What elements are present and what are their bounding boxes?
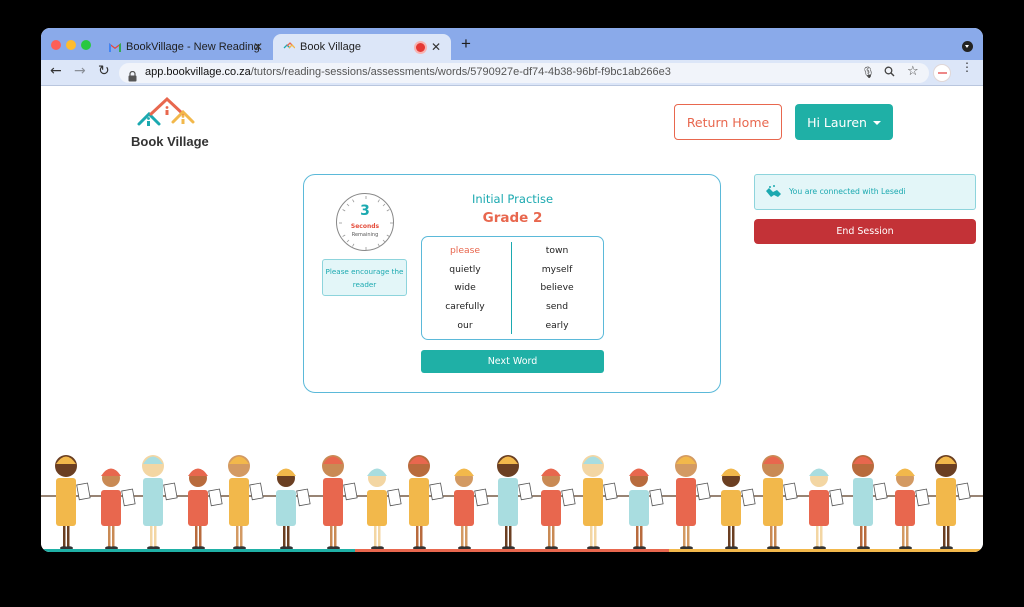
menu-kebab-icon[interactable]: ⋮ — [961, 61, 973, 81]
word-item-active[interactable]: please — [422, 245, 508, 264]
close-tab-icon[interactable]: ✕ — [431, 40, 441, 54]
stripe-coral — [355, 549, 669, 552]
word-item[interactable]: quietly — [422, 264, 508, 283]
new-tab-button[interactable]: + — [461, 34, 471, 54]
footer-stripe — [41, 549, 983, 552]
timer-unit: Seconds — [350, 223, 380, 230]
stripe-teal — [41, 549, 355, 552]
recording-icon — [416, 43, 425, 52]
close-window-button[interactable] — [51, 40, 61, 50]
tab-title: BookVillage - New Reading Se — [126, 41, 262, 53]
tab-book-village[interactable]: Book Village ✕ — [273, 34, 451, 60]
forward-arrow-icon[interactable]: → — [74, 63, 86, 79]
reload-icon[interactable]: ↻ — [98, 63, 110, 79]
word-list: please quietly wide carefully our town m… — [421, 236, 604, 340]
word-item[interactable]: wide — [422, 282, 508, 301]
close-tab-icon[interactable]: ✕ — [253, 40, 263, 54]
gmail-icon — [109, 42, 121, 52]
tab-bookvillage-gmail[interactable]: BookVillage - New Reading Se ✕ — [103, 34, 273, 60]
maximize-window-button[interactable] — [81, 40, 91, 50]
tab-search-icon[interactable] — [962, 41, 973, 52]
tab-strip: BookVillage - New Reading Se ✕ Book Vill… — [41, 28, 983, 60]
children-illustration — [41, 455, 983, 550]
browser-toolbar: ← → ↻ app.bookvillage.co.za/tutors/readi… — [41, 60, 983, 86]
timer-label: Remaining — [351, 232, 379, 238]
address-bar[interactable]: app.bookvillage.co.za/tutors/reading-ses… — [119, 63, 929, 83]
word-column-divider — [511, 242, 512, 334]
page-content: Book Village Return Home Hi Lauren 3 Sec… — [41, 86, 983, 552]
url-path: /tutors/reading-sessions/assessments/wor… — [250, 66, 671, 78]
back-arrow-icon[interactable]: ← — [50, 63, 62, 79]
minimize-window-button[interactable] — [66, 40, 76, 50]
end-session-button[interactable]: End Session — [754, 219, 976, 244]
caret-down-icon — [872, 120, 881, 125]
connection-status: You are connected with Lesedi — [754, 174, 976, 210]
zoom-icon[interactable] — [884, 66, 895, 80]
tab-title: Book Village — [300, 41, 361, 53]
connected-handshake-icon — [765, 184, 783, 202]
assessment-card: 3 Seconds Remaining Please encourage the… — [303, 174, 721, 393]
practice-title: Initial Practise — [471, 192, 554, 206]
word-item[interactable]: myself — [514, 264, 600, 283]
bookvillage-icon — [283, 41, 295, 53]
encourage-reader-button[interactable]: Please encourage the reader — [322, 259, 407, 296]
word-item[interactable]: early — [514, 320, 600, 339]
word-item[interactable]: believe — [514, 282, 600, 301]
profile-avatar[interactable] — [933, 64, 951, 82]
stripe-yellow — [669, 549, 983, 552]
return-home-button[interactable]: Return Home — [674, 104, 782, 140]
url-text: app.bookvillage.co.za/tutors/reading-ses… — [145, 66, 671, 78]
next-word-button[interactable]: Next Word — [421, 350, 604, 373]
word-column-left: please quietly wide carefully our — [422, 245, 508, 338]
countdown-timer: 3 Seconds Remaining — [336, 193, 394, 251]
browser-window: BookVillage - New Reading Se ✕ Book Vill… — [41, 28, 983, 552]
word-item[interactable]: town — [514, 245, 600, 264]
word-column-right: town myself believe send early — [514, 245, 600, 338]
timer-value: 3 — [360, 203, 370, 219]
lock-icon — [128, 67, 137, 82]
logo-text: Book Village — [131, 134, 209, 149]
user-menu-label: Hi Lauren — [807, 114, 867, 130]
bookmark-star-icon[interactable]: ☆ — [907, 64, 919, 79]
url-host: app.bookvillage.co.za — [145, 66, 251, 78]
word-item[interactable]: carefully — [422, 301, 508, 320]
microphone-icon[interactable]: 🎙 — [861, 66, 875, 79]
word-item[interactable]: our — [422, 320, 508, 339]
word-item[interactable]: send — [514, 301, 600, 320]
user-menu-button[interactable]: Hi Lauren — [795, 104, 893, 140]
grade-label: Grade 2 — [482, 210, 543, 226]
connection-status-text: You are connected with Lesedi — [789, 187, 906, 196]
